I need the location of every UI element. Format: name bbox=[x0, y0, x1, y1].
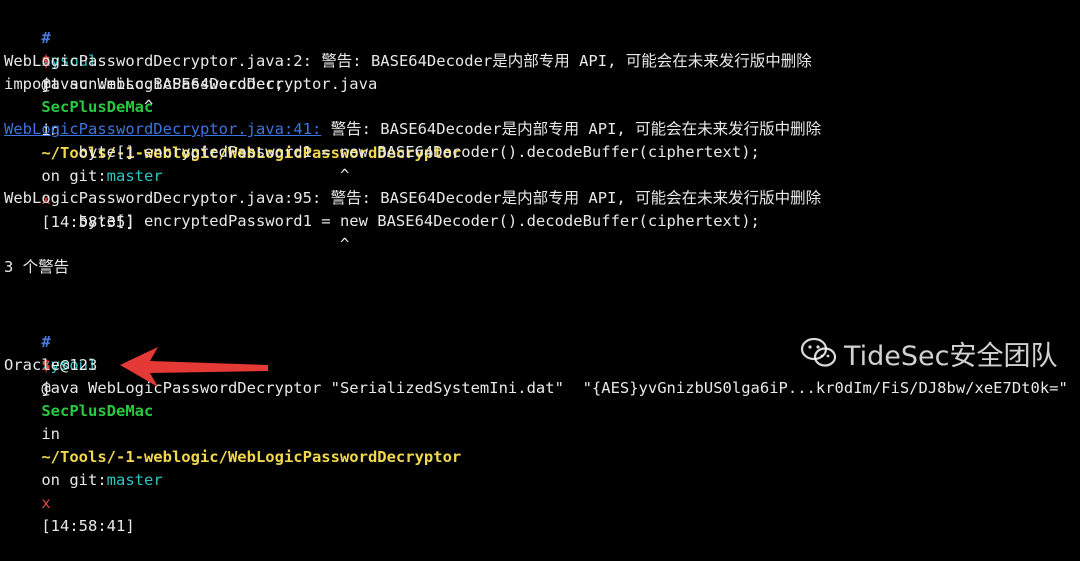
output-line: import sun.misc.BASE64Decoder; bbox=[4, 75, 284, 93]
caret-line: ^ bbox=[4, 235, 350, 253]
output-line: WebLogicPasswordDecryptor.java:95: 警告: B… bbox=[4, 189, 822, 207]
output-line: WebLogicPasswordDecryptor.java:41: 警告: B… bbox=[4, 118, 821, 141]
red-arrow-left-icon bbox=[120, 347, 268, 387]
prompt-in: in bbox=[41, 425, 60, 443]
prompt-path: ~/Tools/-1-weblogic/WebLogicPasswordDecr… bbox=[41, 448, 462, 466]
prompt-branch: master bbox=[106, 471, 163, 489]
warning-text: 警告: BASE64Decoder是内部专用 API, 可能会在未来发行版中删除 bbox=[321, 120, 822, 138]
prompt-git-label: git: bbox=[69, 471, 107, 489]
watermark-text: TideSec安全团队 bbox=[844, 340, 1058, 372]
output-line: WebLogicPasswordDecryptor.java:2: 警告: BA… bbox=[4, 52, 812, 70]
prompt-dirty-mark: x bbox=[41, 494, 51, 512]
watermark: TideSec安全团队 bbox=[800, 333, 1058, 373]
prompt-line-2: # xysoul @ SecPlusDeMac in ~/Tools/-1-we… bbox=[4, 308, 461, 535]
file-link[interactable]: WebLogicPasswordDecryptor.java:41: bbox=[4, 120, 321, 138]
command-line-1: $ javac WebLogicPasswordDecryptor.java bbox=[4, 27, 377, 93]
caret-line: ^ bbox=[4, 97, 154, 115]
output-line: byte[] encryptedPassword1 = new BASE64De… bbox=[4, 143, 760, 161]
prompt-host: SecPlusDeMac bbox=[41, 402, 154, 420]
prompt-on: on bbox=[41, 471, 60, 489]
caret-line: ^ bbox=[4, 166, 350, 184]
wechat-icon bbox=[800, 337, 837, 367]
prompt-line-1: # xysoul @ SecPlusDeMac in ~/Tools/-1-we… bbox=[4, 4, 461, 231]
output-line: byte[] encryptedPassword1 = new BASE64De… bbox=[4, 212, 760, 230]
decrypted-password: Oracle@123 bbox=[4, 356, 98, 374]
prompt-time: [14:58:41] bbox=[41, 517, 135, 535]
warning-count: 3 个警告 bbox=[4, 258, 70, 276]
